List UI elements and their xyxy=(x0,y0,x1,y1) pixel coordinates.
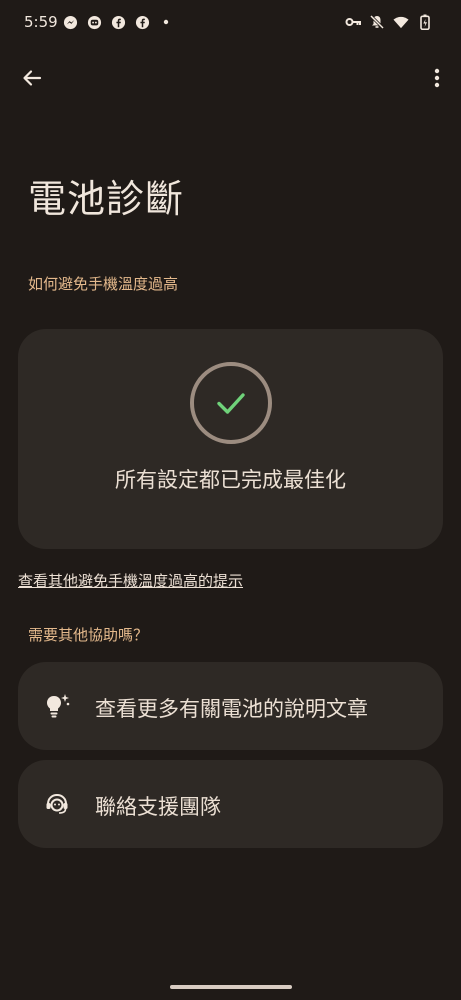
status-message: 所有設定都已完成最佳化 xyxy=(115,468,346,492)
battery-help-articles-item[interactable]: 查看更多有關電池的說明文章 xyxy=(18,662,443,750)
support-agent-icon xyxy=(42,789,72,819)
check-ring xyxy=(190,362,272,444)
dot-icon xyxy=(158,14,174,30)
section-heat-label: 如何避免手機溫度過高 xyxy=(28,275,179,293)
mute-icon xyxy=(369,14,385,30)
status-time: 5:59 xyxy=(24,13,58,31)
tips-link[interactable]: 查看其他避免手機溫度過高的提示 xyxy=(18,570,243,591)
help-item-label: 查看更多有關電池的說明文章 xyxy=(95,697,368,721)
section-help-label: 需要其他協助嗎？ xyxy=(28,626,149,644)
status-bar: 5:59 xyxy=(0,0,461,44)
app-bar xyxy=(0,56,461,100)
system-icons xyxy=(345,14,433,30)
more-options-button[interactable] xyxy=(425,62,449,94)
arrow-back-icon xyxy=(22,68,42,88)
messenger-icon xyxy=(62,14,78,30)
gesture-navigation-bar[interactable] xyxy=(170,985,292,989)
battery-icon xyxy=(417,14,433,30)
help-item-label: 聯絡支援團隊 xyxy=(95,795,221,819)
vpn-key-icon xyxy=(345,14,361,30)
back-button[interactable] xyxy=(16,62,48,94)
app-notification-icon xyxy=(86,14,102,30)
page-title: 電池診斷 xyxy=(28,177,185,221)
status-card: 所有設定都已完成最佳化 xyxy=(18,329,443,549)
notification-icons xyxy=(62,14,174,30)
lightbulb-icon xyxy=(42,691,72,721)
check-icon xyxy=(214,386,248,420)
contact-support-item[interactable]: 聯絡支援團隊 xyxy=(18,760,443,848)
facebook-icon xyxy=(110,14,126,30)
wifi-icon xyxy=(393,14,409,30)
facebook-icon xyxy=(134,14,150,30)
more-vert-icon xyxy=(434,68,440,88)
